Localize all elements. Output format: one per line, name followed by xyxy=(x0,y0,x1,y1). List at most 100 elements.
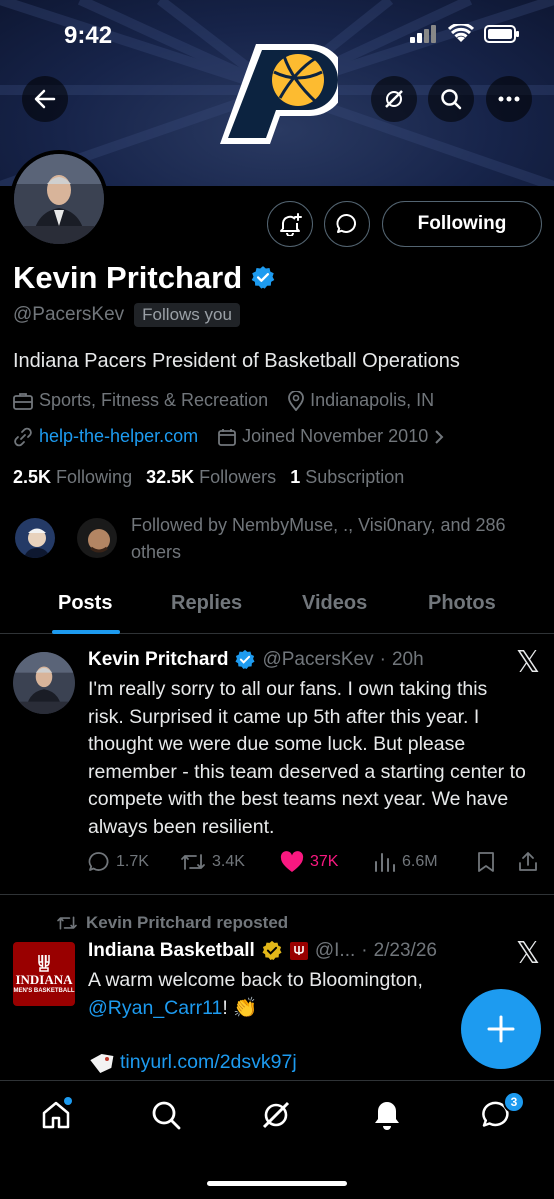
bookmark-icon xyxy=(478,852,494,872)
nav-grok[interactable] xyxy=(256,1095,296,1135)
profile-website-link[interactable]: help-the-helper.com xyxy=(39,426,198,447)
verified-badge-icon xyxy=(235,649,255,669)
post-time: 2/23/26 xyxy=(373,940,437,961)
share-action[interactable] xyxy=(517,851,539,873)
grok-icon xyxy=(262,1101,290,1129)
messages-badge: 3 xyxy=(503,1091,525,1113)
profile-joined-text: Joined November 2010 xyxy=(242,426,429,446)
post-separator: · xyxy=(361,940,368,961)
post-author-name[interactable]: Kevin Pritchard xyxy=(88,649,228,671)
profile-bio: Indiana Pacers President of Basketball O… xyxy=(13,350,460,372)
nav-notifications[interactable] xyxy=(367,1095,407,1135)
profile-name: Kevin Pritchard xyxy=(13,260,243,295)
notify-button[interactable] xyxy=(267,201,313,247)
followed-by-section[interactable]: Followed by NembyMuse, ., Visi0nary, and… xyxy=(13,512,543,566)
follower-avatar xyxy=(13,516,57,560)
follows-you-badge: Follows you xyxy=(134,303,240,327)
home-indicator[interactable] xyxy=(207,1181,347,1186)
status-time: 9:42 xyxy=(64,22,113,49)
plus-icon xyxy=(487,1015,515,1043)
profile-meta-row-1: Sports, Fitness & Recreation Indianapoli… xyxy=(13,390,448,411)
views-action[interactable]: 6.6M xyxy=(374,852,477,872)
profile-avatar[interactable] xyxy=(10,150,108,248)
search-button[interactable] xyxy=(428,76,474,122)
follower-avatar xyxy=(75,516,119,560)
iu-logo-subtitle: MEN'S BASKETBALL xyxy=(13,987,75,994)
post-author-name[interactable]: Indiana Basketball xyxy=(88,940,255,962)
following-stat[interactable]: 2.5K Following xyxy=(13,467,132,488)
post-actions: 1.7K 3.4K 37K 6.6M xyxy=(88,851,543,873)
tab-videos[interactable]: Videos xyxy=(302,592,367,615)
tab-replies[interactable]: Replies xyxy=(171,592,242,615)
profile-joined[interactable]: Joined November 2010 xyxy=(218,426,444,447)
verified-gold-badge-icon xyxy=(262,940,282,960)
repost-icon xyxy=(57,916,77,930)
nav-home[interactable] xyxy=(36,1095,76,1135)
location-pin-icon xyxy=(288,390,305,411)
tab-photos[interactable]: Photos xyxy=(428,592,496,615)
repost-count: 3.4K xyxy=(212,853,245,870)
home-unread-dot xyxy=(64,1097,72,1105)
post-header: Indiana Basketball @I... · 2/23/26 xyxy=(88,940,437,962)
post-text-line: A warm welcome back to Bloomington, xyxy=(88,969,423,991)
briefcase-icon xyxy=(13,392,33,410)
post-item[interactable]: Kevin Pritchard @PacersKev · 20h 𝕏 I'm r… xyxy=(0,635,554,895)
wifi-icon xyxy=(448,24,474,42)
more-button[interactable] xyxy=(486,76,532,122)
signal-icon xyxy=(410,25,436,43)
repost-icon xyxy=(181,854,205,870)
compose-post-button[interactable] xyxy=(461,989,541,1069)
post-external-link[interactable]: tinyurl.com/2dsvk97j xyxy=(120,1049,297,1077)
search-icon xyxy=(152,1101,181,1130)
heart-filled-icon xyxy=(280,851,304,872)
more-dots-icon xyxy=(498,96,520,102)
profile-handle-row: @PacersKev Follows you xyxy=(13,303,240,327)
views-icon xyxy=(375,853,395,872)
reply-icon xyxy=(88,852,109,871)
bottom-nav: 3 xyxy=(0,1080,554,1199)
mention-link[interactable]: @Ryan_Carr11 xyxy=(88,997,222,1019)
profile-location: Indianapolis, IN xyxy=(288,390,434,411)
post-divider xyxy=(0,894,554,895)
pacers-logo-icon xyxy=(220,44,338,144)
post-header: Kevin Pritchard @PacersKev · 20h xyxy=(88,649,424,671)
followed-by-text: Followed by NembyMuse, ., Visi0nary, and… xyxy=(131,515,506,562)
message-button[interactable] xyxy=(324,201,370,247)
calendar-icon xyxy=(218,428,236,446)
repost-action[interactable]: 3.4K xyxy=(180,851,280,873)
x-logo-icon: 𝕏 xyxy=(515,645,540,680)
profile-handle: @PacersKev xyxy=(13,304,125,325)
post-time: 20h xyxy=(391,649,424,670)
like-action[interactable]: 37K xyxy=(280,851,374,873)
bell-plus-icon xyxy=(280,213,302,236)
nav-search[interactable] xyxy=(146,1095,186,1135)
profile-category-text: Sports, Fitness & Recreation xyxy=(39,390,269,410)
tab-posts[interactable]: Posts xyxy=(58,592,112,615)
post-link-line: tinyurl.com/2dsvk97j xyxy=(88,1049,528,1077)
share-icon xyxy=(519,852,537,871)
views-count: 6.6M xyxy=(402,853,438,870)
post-separator: · xyxy=(379,649,386,670)
grok-button[interactable] xyxy=(371,76,417,122)
tag-icon xyxy=(90,1053,114,1073)
profile-name-row: Kevin Pritchard xyxy=(13,260,276,296)
back-arrow-icon xyxy=(34,89,56,109)
profile-category: Sports, Fitness & Recreation xyxy=(13,390,268,411)
followers-stat[interactable]: 32.5K Followers xyxy=(146,467,276,488)
reply-count: 1.7K xyxy=(116,853,149,870)
post-handle: @PacersKev xyxy=(262,649,374,670)
battery-icon xyxy=(484,25,519,43)
back-button[interactable] xyxy=(22,76,68,122)
verified-badge-icon[interactable] xyxy=(250,265,276,291)
nav-messages[interactable]: 3 xyxy=(477,1091,525,1135)
subscription-stat[interactable]: 1 Subscription xyxy=(290,467,404,488)
status-icons xyxy=(410,24,520,44)
bookmark-action[interactable] xyxy=(477,851,517,873)
post-author-avatar[interactable] xyxy=(13,652,75,714)
reply-action[interactable]: 1.7K xyxy=(88,851,180,873)
profile-website[interactable]: help-the-helper.com xyxy=(13,426,198,447)
indiana-basketball-avatar[interactable]: INDIANA MEN'S BASKETBALL xyxy=(13,942,75,1006)
avatar-photo xyxy=(14,154,104,244)
profile-stats: 2.5K Following 32.5K Followers 1 Subscri… xyxy=(13,467,404,488)
following-button[interactable]: Following xyxy=(382,201,542,247)
